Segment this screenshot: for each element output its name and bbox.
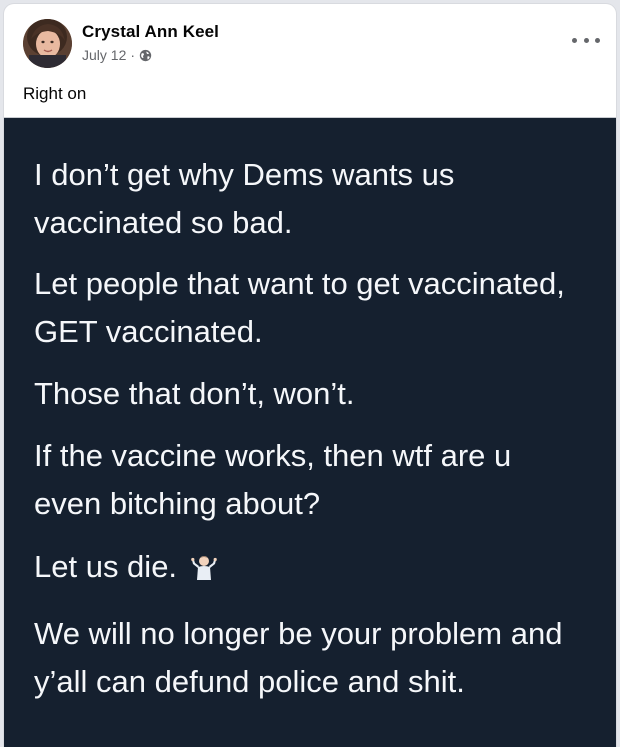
image-text-line-1: I don’t get why Dems wants us [34,157,455,192]
more-options-button[interactable] [572,30,600,50]
post-card: Crystal Ann Keel July 12 · Right on I do… [4,4,616,747]
image-text-line-9: We will no longer be your problem and [34,616,563,651]
image-text-line-10: y’all can defund police and shit. [34,664,465,699]
avatar-image [23,19,72,68]
post-image[interactable]: I don’t get why Dems wants us vaccinated… [4,117,616,747]
image-text-line-8: Let us die. [34,549,178,584]
globe-icon [139,49,152,61]
image-text-line-5: Those that don’t, won’t. [34,376,355,411]
more-options-icon [572,37,577,43]
avatar[interactable] [23,19,72,68]
image-text-line-6: If the vaccine works, then wtf are u [34,438,512,473]
image-text-line-3: Let people that want to get vaccinated, [34,266,565,301]
person-shrugging-emoji [190,556,217,580]
author-name[interactable]: Crystal Ann Keel [82,22,219,42]
post-caption: Right on [23,84,87,103]
image-text-line-2: vaccinated so bad. [34,205,293,240]
image-text-line-8-row: Let us die. [34,543,218,591]
image-text-line-7: even bitching about? [34,486,321,521]
post-date[interactable]: July 12 [82,47,126,63]
post-header: Crystal Ann Keel July 12 · [4,4,616,74]
image-text-line-4: GET vaccinated. [34,314,263,349]
meta-separator: · [130,47,136,63]
post-meta: July 12 · [82,47,152,63]
